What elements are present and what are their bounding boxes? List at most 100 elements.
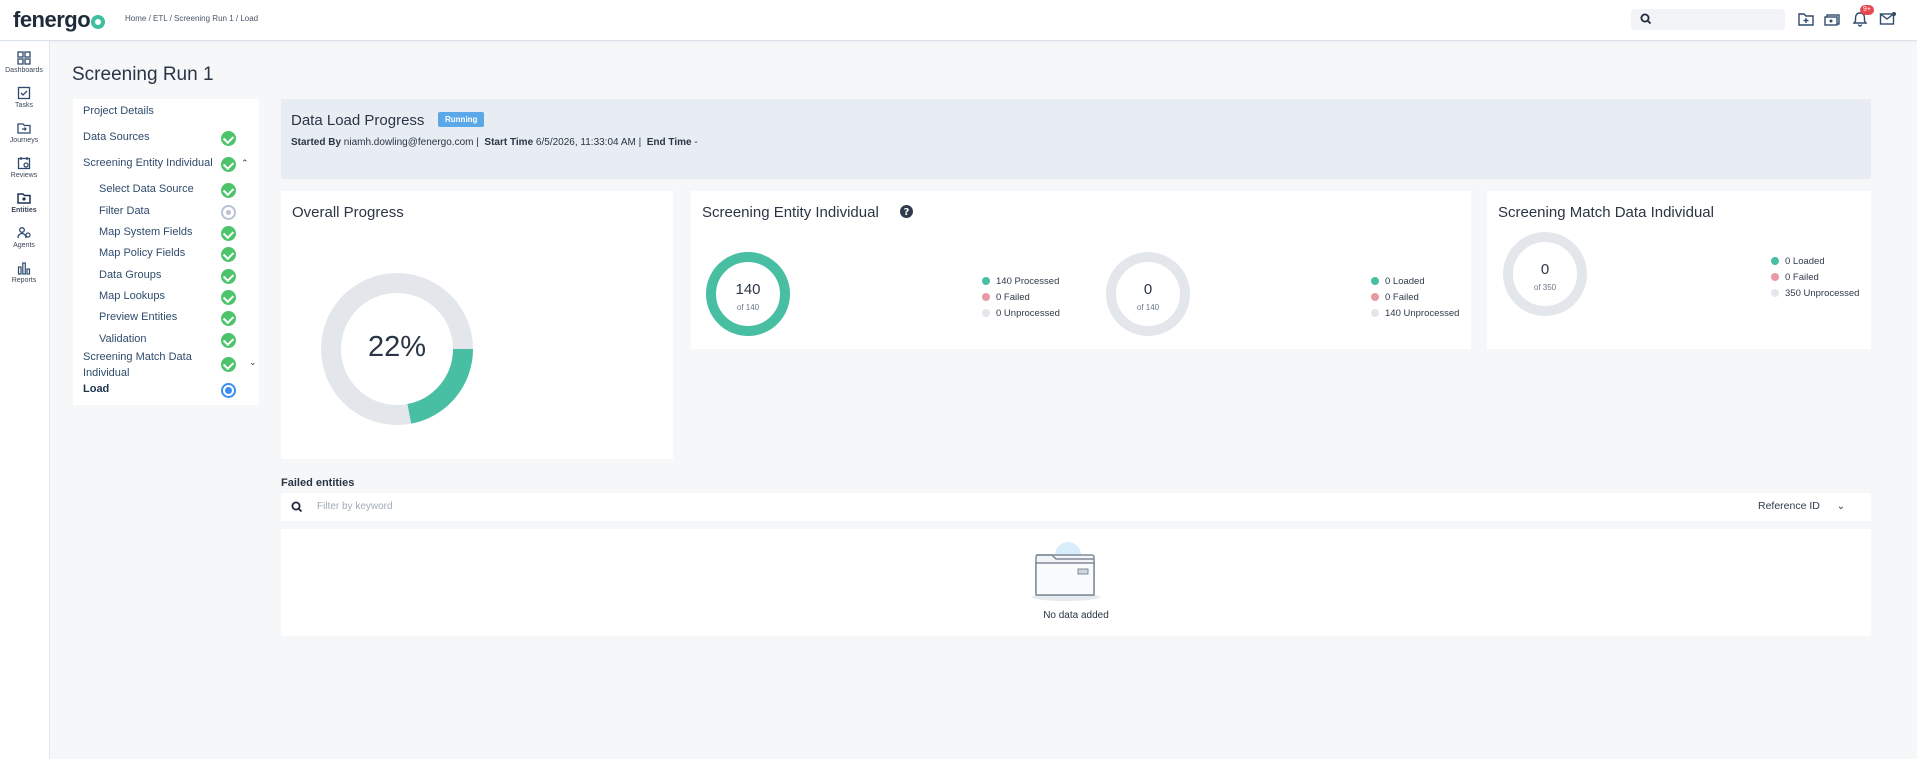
legend-dot: [982, 277, 990, 285]
mail-icon[interactable]: [1879, 11, 1897, 27]
global-search-input[interactable]: [1631, 9, 1785, 30]
load-meta: Started By niamh.dowling@fenergo.com | S…: [291, 137, 698, 148]
check-icon: [221, 183, 236, 198]
pending-icon: [221, 205, 236, 220]
match-loaded-value: 0: [1540, 261, 1550, 278]
match-legend: 0 Loaded 0 Failed 350 Unprocessed: [1771, 253, 1859, 301]
check-icon: [221, 157, 236, 172]
notification-count-badge: 9+: [1860, 5, 1874, 15]
legend-label: 140 Processed: [996, 275, 1060, 287]
legend-label: 0 Failed: [1385, 291, 1419, 303]
legend-dot: [1371, 309, 1379, 317]
steps-panel: Project Details Data Sources Screening E…: [73, 99, 259, 405]
empty-folder-icon: [1032, 542, 1100, 601]
failed-entities-title: Failed entities: [281, 477, 355, 489]
legend-label: 140 Unprocessed: [1385, 307, 1460, 319]
legend-dot: [1371, 293, 1379, 301]
loaded-of: of 140: [1136, 303, 1160, 312]
step-data-sources[interactable]: Data Sources: [83, 131, 150, 143]
breadcrumb[interactable]: Home / ETL / Screening Run 1 / Load: [125, 14, 258, 23]
step-project-details[interactable]: Project Details: [83, 105, 154, 117]
left-nav-rail: Dashboards Tasks Journeys Reviews Entiti…: [0, 41, 50, 759]
legend-dot: [1371, 277, 1379, 285]
end-time-label: End Time: [646, 137, 692, 148]
reports-icon: [17, 262, 31, 275]
search-icon: [1640, 13, 1652, 25]
step-select-data-source[interactable]: Select Data Source: [99, 183, 194, 195]
folder-add-icon[interactable]: [1797, 11, 1815, 27]
chevron-down-icon[interactable]: ⌄: [249, 357, 257, 368]
check-icon: [221, 290, 236, 305]
fenergo-logo[interactable]: fenergo: [13, 7, 106, 33]
legend-failed: 0 Failed: [1771, 269, 1859, 285]
match-loaded-of: of 350: [1533, 283, 1557, 292]
select-value: Reference ID: [1758, 500, 1820, 512]
overall-progress-title: Overall Progress: [292, 204, 404, 221]
check-icon: [221, 247, 236, 262]
step-preview-entities[interactable]: Preview Entities: [99, 311, 177, 323]
rail-item-entities[interactable]: Entities: [0, 191, 48, 214]
rail-label: Entities: [11, 207, 37, 214]
end-time-value: -: [694, 137, 698, 148]
legend-dot: [1771, 257, 1779, 265]
page-title: Screening Run 1: [72, 64, 214, 85]
entity-individual-card: Screening Entity Individual ? 140 of 140…: [691, 191, 1471, 349]
loaded-value: 0: [1143, 281, 1153, 298]
check-icon: [221, 226, 236, 241]
legend-label: 0 Unprocessed: [996, 307, 1060, 319]
tasks-stack-icon[interactable]: [1824, 11, 1842, 27]
logo-text: fenergo: [13, 7, 91, 32]
match-individual-title: Screening Match Data Individual: [1498, 204, 1714, 221]
rail-item-journeys[interactable]: Journeys: [0, 121, 48, 144]
active-step-icon: [221, 383, 236, 398]
rail-item-agents[interactable]: Agents: [0, 226, 48, 249]
step-label-line: Screening Match Data: [83, 351, 192, 363]
entities-icon: [17, 193, 31, 204]
rail-item-tasks[interactable]: Tasks: [0, 86, 48, 109]
rail-item-reports[interactable]: Reports: [0, 261, 48, 284]
legend-dot: [1771, 289, 1779, 297]
help-icon[interactable]: ?: [899, 204, 914, 219]
step-validation[interactable]: Validation: [99, 333, 147, 345]
step-data-groups[interactable]: Data Groups: [99, 269, 161, 281]
search-icon: [291, 501, 303, 513]
legend-processed: 140 Processed: [982, 273, 1060, 289]
failed-entities-filter-bar: Filter by keyword Reference ID ⌄: [281, 493, 1871, 521]
step-screening-entity-individual[interactable]: Screening Entity Individual: [83, 157, 213, 169]
check-icon: [221, 311, 236, 326]
step-map-lookups[interactable]: Map Lookups: [99, 290, 165, 302]
dashboards-icon: [17, 51, 31, 65]
overall-percent: 22%: [367, 331, 427, 363]
check-icon: [221, 333, 236, 348]
reference-id-select[interactable]: Reference ID ⌄: [1758, 500, 1845, 512]
legend-dot: [982, 293, 990, 301]
chevron-up-icon[interactable]: ⌃: [241, 158, 249, 169]
reviews-icon: [17, 157, 31, 170]
step-filter-data[interactable]: Filter Data: [99, 205, 150, 217]
legend-loaded: 0 Loaded: [1771, 253, 1859, 269]
legend-dot: [982, 309, 990, 317]
rail-item-reviews[interactable]: Reviews: [0, 156, 48, 179]
agents-icon: [17, 227, 31, 239]
svg-text:?: ?: [904, 207, 910, 218]
failed-entities-empty: No data added: [281, 529, 1871, 636]
legend-dot: [1771, 273, 1779, 281]
status-badge: Running: [438, 112, 485, 127]
legend-failed: 0 Failed: [1371, 289, 1459, 305]
overall-progress-card: Overall Progress 22%: [281, 191, 673, 459]
journeys-icon: [17, 123, 31, 134]
legend-label: 0 Loaded: [1385, 275, 1425, 287]
empty-state-text: No data added: [1043, 610, 1109, 621]
entity-individual-title: Screening Entity Individual: [702, 204, 879, 221]
rail-item-dashboards[interactable]: Dashboards: [0, 51, 48, 74]
data-load-progress-header: Data Load Progress Running Started By ni…: [281, 99, 1871, 179]
rail-label: Journeys: [9, 137, 39, 144]
filter-keyword-input[interactable]: Filter by keyword: [317, 501, 393, 512]
legend-label: 0 Failed: [1785, 271, 1819, 283]
step-load[interactable]: Load: [83, 383, 109, 395]
match-individual-card: Screening Match Data Individual 0 of 350…: [1487, 191, 1871, 349]
started-by-value: niamh.dowling@fenergo.com: [343, 137, 474, 148]
step-screening-match-data-individual[interactable]: Screening Match Data Individual: [83, 349, 192, 381]
step-map-system-fields[interactable]: Map System Fields: [99, 226, 193, 238]
step-map-policy-fields[interactable]: Map Policy Fields: [99, 247, 185, 259]
